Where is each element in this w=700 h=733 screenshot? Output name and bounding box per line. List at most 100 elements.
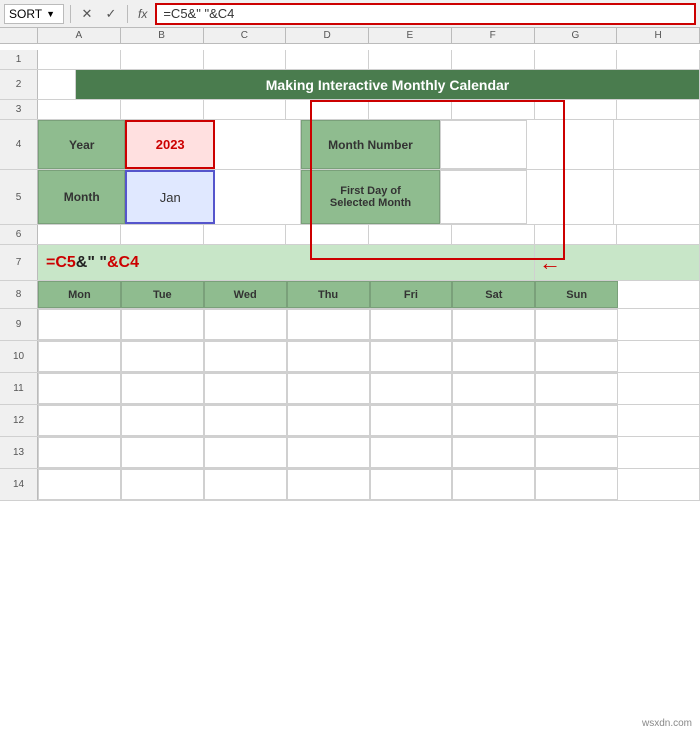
- cal-12b[interactable]: [121, 405, 204, 436]
- cell-1e[interactable]: [369, 50, 452, 70]
- cell-6h[interactable]: [617, 225, 700, 245]
- cal-11f[interactable]: [452, 373, 535, 404]
- col-header-a[interactable]: A: [38, 28, 121, 43]
- cal-10e[interactable]: [370, 341, 453, 372]
- cal-12e[interactable]: [370, 405, 453, 436]
- cell-4f[interactable]: [440, 120, 527, 169]
- cal-13g[interactable]: [535, 437, 618, 468]
- col-header-g[interactable]: G: [535, 28, 618, 43]
- cell-3a[interactable]: [38, 100, 121, 120]
- cell-14h[interactable]: [618, 469, 700, 500]
- cell-1h[interactable]: [617, 50, 700, 70]
- cal-9e[interactable]: [370, 309, 453, 340]
- cell-4g[interactable]: [527, 120, 613, 169]
- cell-6a[interactable]: [38, 225, 121, 245]
- cell-6b[interactable]: [121, 225, 204, 245]
- cal-14g[interactable]: [535, 469, 618, 500]
- cal-10b[interactable]: [121, 341, 204, 372]
- cell-6e[interactable]: [369, 225, 452, 245]
- cell-3c[interactable]: [204, 100, 287, 120]
- cal-13a[interactable]: [38, 437, 121, 468]
- cal-9f[interactable]: [452, 309, 535, 340]
- col-header-c[interactable]: C: [204, 28, 287, 43]
- cell-7h[interactable]: [619, 245, 700, 280]
- cal-13e[interactable]: [370, 437, 453, 468]
- cell-5f[interactable]: [440, 170, 527, 224]
- cancel-button[interactable]: ✕: [77, 4, 97, 24]
- cell-11h[interactable]: [618, 373, 700, 404]
- col-header-h[interactable]: H: [617, 28, 700, 43]
- month-value-cell[interactable]: Jan: [125, 170, 214, 224]
- cal-12a[interactable]: [38, 405, 121, 436]
- cell-1b[interactable]: [121, 50, 204, 70]
- cell-13h[interactable]: [618, 437, 700, 468]
- cal-10a[interactable]: [38, 341, 121, 372]
- cell-3d[interactable]: [286, 100, 369, 120]
- cal-12g[interactable]: [535, 405, 618, 436]
- cell-3g[interactable]: [535, 100, 618, 120]
- cal-9a[interactable]: [38, 309, 121, 340]
- cell-5h[interactable]: [614, 170, 700, 224]
- cell-3h[interactable]: [617, 100, 700, 120]
- cell-1g[interactable]: [535, 50, 618, 70]
- cell-6f[interactable]: [452, 225, 535, 245]
- col-header-d[interactable]: D: [286, 28, 369, 43]
- cal-11g[interactable]: [535, 373, 618, 404]
- cell-8h[interactable]: [618, 281, 700, 308]
- cell-10h[interactable]: [618, 341, 700, 372]
- cal-14d[interactable]: [287, 469, 370, 500]
- cal-13d[interactable]: [287, 437, 370, 468]
- cal-11d[interactable]: [287, 373, 370, 404]
- formula-bar[interactable]: =C5&" "&C4: [155, 3, 696, 25]
- cal-12f[interactable]: [452, 405, 535, 436]
- col-header-f[interactable]: F: [452, 28, 535, 43]
- cal-14f[interactable]: [452, 469, 535, 500]
- cal-14c[interactable]: [204, 469, 287, 500]
- cell-9h[interactable]: [618, 309, 700, 340]
- cell-1f[interactable]: [452, 50, 535, 70]
- cell-6d[interactable]: [286, 225, 369, 245]
- sort-chevron[interactable]: ▼: [46, 9, 55, 19]
- cal-9c[interactable]: [204, 309, 287, 340]
- cal-11c[interactable]: [204, 373, 287, 404]
- cal-10g[interactable]: [535, 341, 618, 372]
- cell-3e[interactable]: [369, 100, 452, 120]
- cell-1d[interactable]: [286, 50, 369, 70]
- cal-13f[interactable]: [452, 437, 535, 468]
- cal-9d[interactable]: [287, 309, 370, 340]
- cal-11b[interactable]: [121, 373, 204, 404]
- cal-10c[interactable]: [204, 341, 287, 372]
- cal-14b[interactable]: [121, 469, 204, 500]
- cal-9g[interactable]: [535, 309, 618, 340]
- cell-3f[interactable]: [452, 100, 535, 120]
- cell-1c[interactable]: [204, 50, 287, 70]
- cal-12d[interactable]: [287, 405, 370, 436]
- cell-6c[interactable]: [204, 225, 287, 245]
- cal-14a[interactable]: [38, 469, 121, 500]
- day-mon: Mon: [38, 281, 121, 308]
- cal-11a[interactable]: [38, 373, 121, 404]
- cell-12h[interactable]: [618, 405, 700, 436]
- cal-14e[interactable]: [370, 469, 453, 500]
- cal-11e[interactable]: [370, 373, 453, 404]
- cal-10f[interactable]: [452, 341, 535, 372]
- cell-2a[interactable]: [38, 70, 76, 99]
- cal-13b[interactable]: [121, 437, 204, 468]
- col-header-e[interactable]: E: [369, 28, 452, 43]
- cal-12c[interactable]: [204, 405, 287, 436]
- cell-1a[interactable]: [38, 50, 121, 70]
- cal-10d[interactable]: [287, 341, 370, 372]
- cal-9b[interactable]: [121, 309, 204, 340]
- cell-5g[interactable]: [527, 170, 613, 224]
- cell-4d[interactable]: [215, 120, 301, 169]
- year-value-cell[interactable]: 2023: [125, 120, 214, 169]
- cell-5d[interactable]: [215, 170, 301, 224]
- sort-dropdown[interactable]: SORT ▼: [4, 4, 64, 24]
- cal-13c[interactable]: [204, 437, 287, 468]
- month-number-label-cell: Month Number: [301, 120, 439, 169]
- confirm-button[interactable]: ✓: [101, 4, 121, 24]
- cell-3b[interactable]: [121, 100, 204, 120]
- col-header-b[interactable]: B: [121, 28, 204, 43]
- cell-4h[interactable]: [614, 120, 700, 169]
- cell-6g[interactable]: [535, 225, 618, 245]
